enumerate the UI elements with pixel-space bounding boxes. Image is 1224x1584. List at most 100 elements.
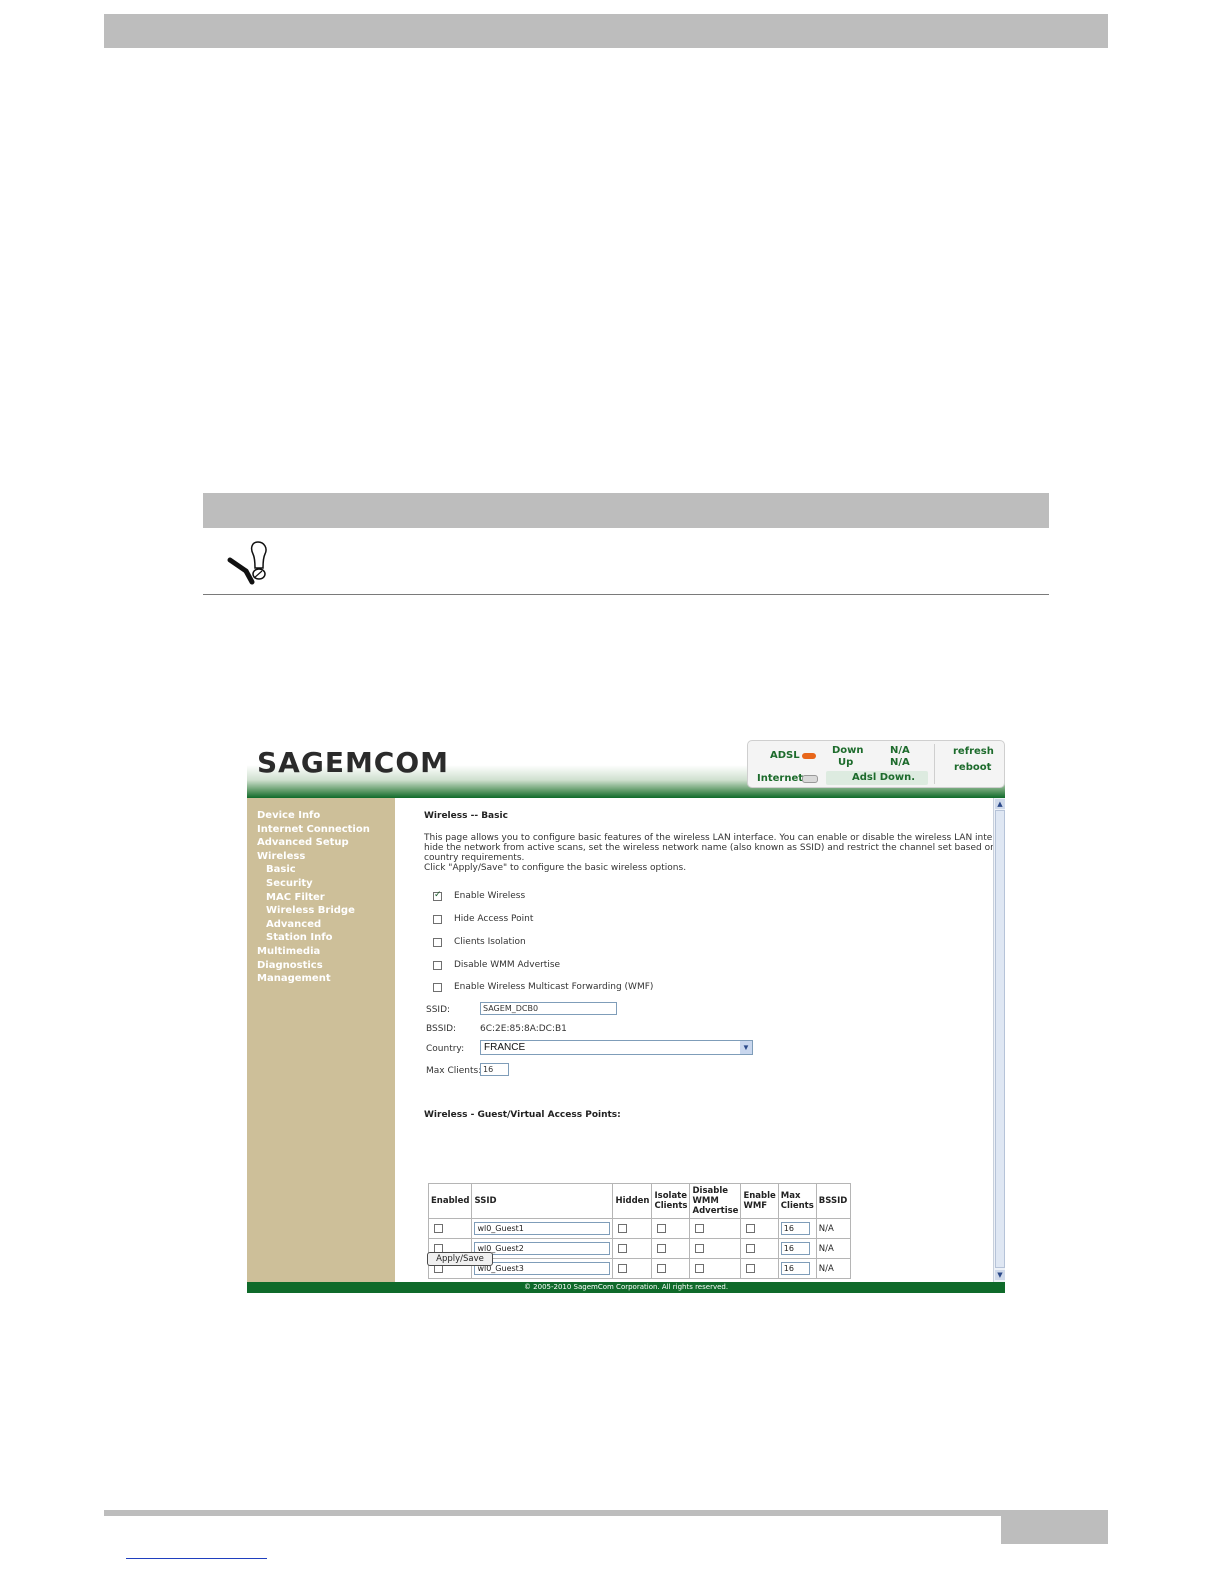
- disable-wmm-advertise-checkbox[interactable]: [433, 961, 442, 970]
- internet-label: Internet: [757, 773, 804, 784]
- max-clients-label: Max Clients:: [426, 1066, 482, 1076]
- apply-save-button[interactable]: Apply/Save: [427, 1252, 493, 1266]
- router-screenshot: SAGEMCOM ADSL Internet Down Up N/A N/A A…: [247, 738, 1005, 1293]
- guest-hidden-checkbox[interactable]: [618, 1223, 628, 1233]
- page-title: Wireless -- Basic: [424, 811, 508, 821]
- bssid-value: 6C:2E:85:8A:DC:B1: [480, 1024, 567, 1034]
- col-hidden: Hidden: [612, 1183, 653, 1219]
- sidebar-item-wireless[interactable]: Wireless: [257, 851, 305, 862]
- country-label: Country:: [426, 1044, 465, 1054]
- down-label: Down: [832, 745, 864, 756]
- guest-isolate-checkbox[interactable]: [657, 1263, 667, 1273]
- sidebar-item-wireless-bridge[interactable]: Wireless Bridge: [266, 905, 355, 916]
- enable-wmf-checkbox[interactable]: [433, 983, 442, 992]
- sidebar-item-internet-connection[interactable]: Internet Connection: [257, 824, 370, 835]
- guest-enabled-cell: [427, 1218, 473, 1239]
- sidebar-item-advanced[interactable]: Advanced: [266, 919, 321, 930]
- vertical-scrollbar[interactable]: ▲ ▼: [993, 798, 1005, 1282]
- guest-ssid-cell: wl0_Guest2: [471, 1238, 614, 1259]
- chevron-down-icon[interactable]: ▼: [740, 1041, 752, 1054]
- document-footer-box: [1001, 1510, 1108, 1544]
- guest-disable-wmm-cell: [689, 1238, 742, 1259]
- guest-enabled-checkbox[interactable]: [434, 1223, 443, 1233]
- sidebar-item-basic[interactable]: Basic: [266, 864, 296, 875]
- disable-wmm-advertise-label: Disable WMM Advertise: [454, 960, 561, 970]
- country-selected-value: FRANCE: [484, 1042, 526, 1053]
- adsl-label: ADSL: [770, 750, 800, 761]
- enable-wireless-checkbox[interactable]: [433, 890, 442, 901]
- scrollbar-thumb[interactable]: [995, 810, 1005, 1268]
- country-select[interactable]: FRANCE ▼: [480, 1040, 753, 1055]
- guest-bssid-cell: N/A: [815, 1258, 851, 1279]
- sidebar-item-device-info[interactable]: Device Info: [257, 810, 320, 821]
- sidebar-item-advanced-setup[interactable]: Advanced Setup: [257, 837, 349, 848]
- guest-bssid-cell: N/A: [815, 1218, 851, 1239]
- bssid-label: BSSID:: [426, 1024, 457, 1034]
- document-footer-rule: [104, 1510, 1108, 1516]
- guest-bssid-cell: N/A: [815, 1238, 851, 1259]
- note-divider: [203, 594, 1049, 595]
- guest-disable-wmm-checkbox[interactable]: [695, 1263, 705, 1273]
- scroll-down-icon[interactable]: ▼: [995, 1270, 1005, 1280]
- adsl-led-icon: [802, 753, 816, 759]
- guest-disable-wmm-checkbox[interactable]: [695, 1223, 705, 1233]
- enable-wireless-label: Enable Wireless: [454, 891, 526, 901]
- col-enabled: Enabled: [427, 1183, 473, 1219]
- down-rate: N/A: [890, 745, 910, 756]
- guest-isolate-checkbox[interactable]: [657, 1223, 667, 1233]
- sidebar-item-station-info[interactable]: Station Info: [266, 932, 332, 943]
- guest-hidden-checkbox[interactable]: [618, 1263, 628, 1273]
- guest-max-clients-input[interactable]: 16: [780, 1262, 810, 1275]
- refresh-link[interactable]: refresh: [953, 746, 994, 757]
- sidebar-item-multimedia[interactable]: Multimedia: [257, 946, 320, 957]
- guest-disable-wmm-checkbox[interactable]: [695, 1243, 705, 1253]
- guest-ssid-input[interactable]: wl0_Guest3: [474, 1262, 611, 1275]
- sidebar-item-security[interactable]: Security: [266, 878, 313, 889]
- col-isolate-clients: Isolate Clients: [651, 1183, 691, 1219]
- guest-isolate-cell: [651, 1238, 691, 1259]
- sidebar-item-management[interactable]: Management: [257, 973, 331, 984]
- ssid-input[interactable]: SAGEM_DCB0: [480, 1002, 617, 1015]
- guest-enable-wmf-cell: [740, 1218, 779, 1239]
- guest-max-cell: 16: [777, 1238, 817, 1259]
- hide-access-point-label: Hide Access Point: [454, 914, 534, 924]
- sidebar-nav: Device Info Internet Connection Advanced S…: [247, 798, 395, 1282]
- reboot-link[interactable]: reboot: [954, 762, 991, 773]
- guest-disable-wmm-cell: [689, 1258, 742, 1279]
- top-banner: SAGEMCOM ADSL Internet Down Up N/A N/A A…: [247, 738, 1005, 798]
- hide-access-point-checkbox[interactable]: [433, 915, 442, 924]
- guest-disable-wmm-cell: [689, 1218, 742, 1239]
- col-bssid: BSSID: [815, 1183, 851, 1219]
- sidebar-item-diagnostics[interactable]: Diagnostics: [257, 960, 323, 971]
- up-rate: N/A: [890, 757, 910, 768]
- guest-isolate-cell: [651, 1218, 691, 1239]
- guest-max-cell: 16: [777, 1218, 817, 1239]
- scroll-up-icon[interactable]: ▲: [995, 799, 1005, 809]
- up-label: Up: [838, 757, 854, 768]
- guest-ssid-input[interactable]: wl0_Guest2: [474, 1242, 611, 1255]
- max-clients-input[interactable]: 16: [480, 1063, 509, 1076]
- guest-max-clients-input[interactable]: 16: [780, 1242, 810, 1255]
- description-line-1: This page allows you to configure basic …: [424, 833, 1005, 843]
- status-divider: [934, 744, 935, 784]
- guest-enable-wmf-checkbox[interactable]: [746, 1263, 756, 1273]
- guest-enable-wmf-cell: [740, 1258, 779, 1279]
- guest-max-clients-input[interactable]: 16: [780, 1222, 810, 1235]
- guest-hidden-checkbox[interactable]: [618, 1243, 628, 1253]
- clients-isolation-checkbox[interactable]: [433, 938, 442, 947]
- guest-enable-wmf-cell: [740, 1238, 779, 1259]
- clients-isolation-label: Clients Isolation: [454, 937, 526, 947]
- main-content: Wireless -- Basic This page allows you t…: [395, 798, 1005, 1282]
- guest-enable-wmf-checkbox[interactable]: [746, 1243, 756, 1253]
- description-line-2: hide the network from active scans, set …: [424, 843, 996, 853]
- guest-enable-wmf-checkbox[interactable]: [746, 1223, 756, 1233]
- ssid-label: SSID:: [426, 1005, 451, 1015]
- note-header-bar: [203, 493, 1049, 528]
- guest-section-title: Wireless - Guest/Virtual Access Points:: [424, 1110, 621, 1120]
- guest-ssid-input[interactable]: wl0_Guest1: [474, 1222, 611, 1235]
- guest-hidden-cell: [612, 1258, 653, 1279]
- document-header-bar: [104, 14, 1108, 48]
- sidebar-item-mac-filter[interactable]: MAC Filter: [266, 892, 325, 903]
- guest-isolate-checkbox[interactable]: [657, 1243, 667, 1253]
- guest-hidden-cell: [612, 1238, 653, 1259]
